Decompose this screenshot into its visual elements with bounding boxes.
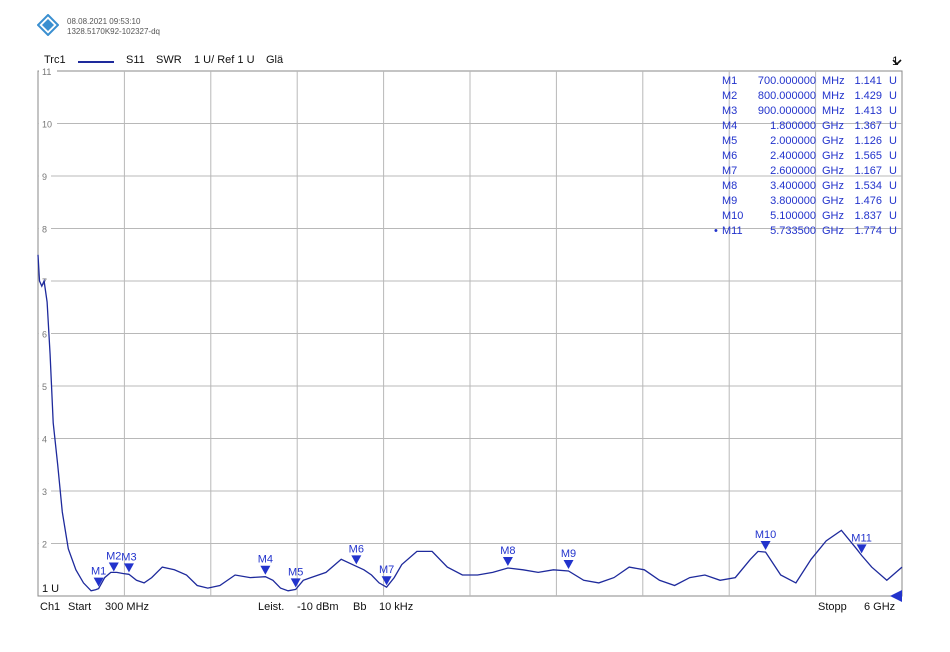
active-marker-dot: • (714, 225, 718, 237)
stop-label: Stopp (818, 601, 847, 613)
marker-table-value-unit: U (889, 210, 897, 222)
marker-table-freq-unit: GHz (822, 225, 844, 237)
marker-triangle (856, 544, 867, 554)
marker-table-freq-unit: GHz (822, 150, 844, 162)
marker-table-freq-unit: GHz (822, 195, 844, 207)
marker-triangle (502, 556, 513, 566)
marker-table-freq-unit: GHz (822, 135, 844, 147)
marker-table-value: 1.429 (854, 90, 882, 102)
marker-table-freq-unit: GHz (822, 210, 844, 222)
marker-table-value-unit: U (889, 150, 897, 162)
marker-triangle (760, 541, 771, 551)
marker-table-freq-unit: GHz (822, 120, 844, 132)
marker-label: M2 (106, 550, 121, 562)
marker-table-value-unit: U (889, 195, 897, 207)
marker-table-value-unit: U (889, 90, 897, 102)
marker-table-name: M10 (722, 210, 743, 222)
y-tick-label: 3 (42, 487, 47, 497)
swr-plot[interactable]: 234567891011 M1M2 M3 M4M5M6M7M8 M9M10 M11 M1… (0, 0, 950, 652)
y-tick-label: 10 (42, 120, 52, 130)
marker-table-value-unit: U (889, 75, 897, 87)
marker-table-value: 1.837 (854, 210, 882, 222)
bandwidth-label: Bb (353, 601, 367, 613)
marker-triangle (123, 563, 134, 573)
marker-table-freq-unit: MHz (822, 90, 845, 102)
marker-table-name: M8 (722, 180, 737, 192)
start-frequency[interactable]: 300 MHz (105, 601, 149, 613)
marker-table-value-unit: U (889, 120, 897, 132)
marker-table-frequency: 5.100000 (770, 210, 816, 222)
marker-table-frequency: 1.800000 (770, 120, 816, 132)
marker-triangle (108, 562, 119, 572)
marker-table-value: 1.774 (854, 225, 882, 237)
marker-table-value: 1.126 (854, 135, 882, 147)
marker-table-frequency: 700.000000 (758, 75, 816, 87)
stop-frequency[interactable]: 6 GHz (864, 601, 895, 613)
marker-table-name: M11 (722, 225, 743, 237)
marker-table-value-unit: U (889, 225, 897, 237)
marker-table-name: M9 (722, 195, 737, 207)
power-label: Leist. (258, 601, 285, 613)
marker-label: M7 (379, 564, 394, 576)
y-tick-label: 2 (42, 540, 47, 550)
y-tick-label: 8 (42, 225, 47, 235)
marker-table-frequency: 3.400000 (770, 180, 816, 192)
marker-table-value-unit: U (889, 180, 897, 192)
marker-triangle (260, 565, 271, 575)
marker-label: M1 (91, 566, 106, 578)
marker-table-frequency: 900.000000 (758, 105, 816, 117)
y-tick-label: 5 (42, 382, 47, 392)
marker-label: M10 (755, 529, 776, 541)
marker-label: M3 (121, 551, 136, 563)
marker-table-frequency: 2.000000 (770, 135, 816, 147)
marker-table-value: 1.367 (854, 120, 882, 132)
marker-table-value: 1.565 (854, 150, 882, 162)
start-label: Start (68, 601, 92, 613)
marker-label: M11 (851, 532, 872, 544)
marker-table-value: 1.476 (854, 195, 882, 207)
reference-label: 1 U (42, 583, 59, 595)
y-tick-label: 4 (42, 435, 47, 445)
marker-label: M5 (288, 566, 303, 578)
y-tick-label: 9 (42, 172, 47, 182)
marker-table-value: 1.534 (854, 180, 882, 192)
trace-markers: M1M2 M3 M4 M5 M6 M7 M8 M9 M10 M11 (91, 529, 872, 588)
channel-label: Ch1 (40, 601, 61, 613)
marker-table-freq-unit: GHz (822, 180, 844, 192)
marker-table-value-unit: U (889, 105, 897, 117)
marker-table-value-unit: U (889, 135, 897, 147)
marker-table-name: M4 (722, 120, 737, 132)
marker-table-freq-unit: MHz (822, 105, 845, 117)
marker-table-value-unit: U (889, 165, 897, 177)
marker-label: M4 (258, 554, 273, 566)
y-tick-label: 11 (42, 67, 51, 77)
marker-table-name: M1 (722, 75, 737, 87)
marker-table-value: 1.141 (854, 75, 882, 87)
marker-table-value: 1.413 (854, 105, 882, 117)
marker-table-frequency: 3.800000 (770, 195, 816, 207)
marker-table-value: 1.167 (854, 165, 882, 177)
marker-table-name: M2 (722, 90, 737, 102)
y-tick-label: 6 (42, 330, 47, 340)
marker-table-frequency: 5.733500 (770, 225, 816, 237)
marker-table-name: M3 (722, 105, 737, 117)
bandwidth-value[interactable]: 10 kHz (379, 601, 413, 613)
marker-label: M9 (561, 548, 576, 560)
marker-table: M1 700.000000 MHz 1.141 U M2 800.000000 MHz 1.42… (714, 75, 897, 237)
marker-triangle (351, 555, 362, 565)
marker-table-name: M5 (722, 135, 737, 147)
marker-table-freq-unit: GHz (822, 165, 844, 177)
marker-table-frequency: 800.000000 (758, 90, 816, 102)
marker-table-frequency: 2.400000 (770, 150, 816, 162)
marker-table-freq-unit: MHz (822, 75, 845, 87)
marker-triangle (563, 560, 574, 570)
marker-label: M6 (349, 543, 364, 555)
marker-table-name: M6 (722, 150, 737, 162)
marker-table-name: M7 (722, 165, 737, 177)
marker-label: M8 (500, 545, 515, 557)
marker-table-frequency: 2.600000 (770, 165, 816, 177)
power-value[interactable]: -10 dBm (297, 601, 339, 613)
